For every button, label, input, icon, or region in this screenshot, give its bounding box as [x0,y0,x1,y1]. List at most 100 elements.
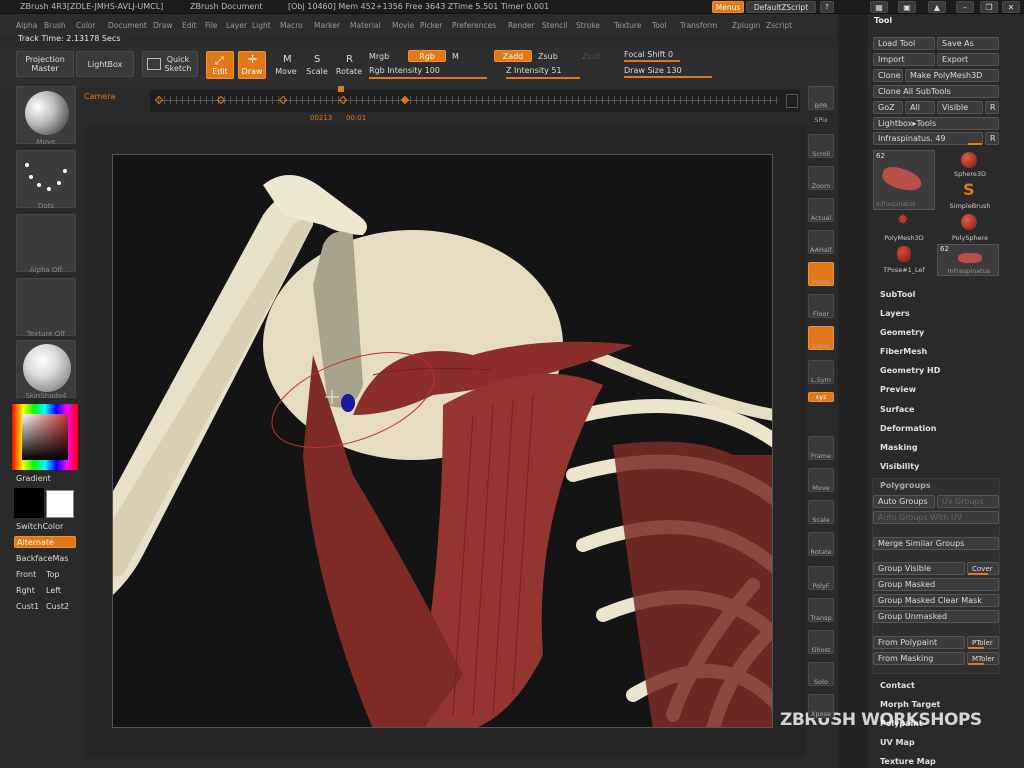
custom2-view-button[interactable]: Cust2 [46,602,69,611]
menu-render[interactable]: Render [508,21,535,30]
make-polymesh-button[interactable]: Make PolyMesh3D [905,69,999,82]
menu-preferences[interactable]: Preferences [452,21,496,30]
restore-icon[interactable]: ❐ [980,1,998,13]
menu-zplugin[interactable]: Zplugin [732,21,760,30]
menu-draw[interactable]: Draw [153,21,173,30]
goz-all-button[interactable]: All [905,101,935,114]
timeline-track[interactable] [150,86,800,112]
masking-section[interactable]: Masking [880,443,918,452]
auto-groups-with-uv-button[interactable]: Auto Groups With UV [873,511,999,524]
quick-sketch-button[interactable]: Quick Sketch [142,51,198,77]
top-view-button[interactable]: Top [46,570,60,579]
focal-shift-slider[interactable]: Focal Shift 0 [624,50,673,59]
subtool-section[interactable]: SubTool [880,290,915,299]
spix-slider[interactable]: SPix [802,116,840,124]
goz-visible-button[interactable]: Visible [937,101,983,114]
palette-icon[interactable]: ▣ [898,1,916,13]
mrgb-toggle[interactable]: Mrgb [369,52,389,61]
rgb-toggle[interactable]: Rgb [408,50,446,62]
menu-file[interactable]: File [205,21,218,30]
visibility-section[interactable]: Visibility [880,462,919,471]
material-selector[interactable] [16,340,76,398]
surface-section[interactable]: Surface [880,405,914,414]
menu-edit[interactable]: Edit [182,21,197,30]
camera-track-label[interactable]: Camera [84,92,115,101]
deformation-section[interactable]: Deformation [880,424,936,433]
minimize-icon[interactable]: – [956,1,974,13]
current-tool-slider[interactable]: Infraspinatus. 49 [873,132,983,145]
polygroups-section[interactable]: Polygroups [880,481,931,490]
tool-thumb-polysphere[interactable]: PolySphere [943,212,997,244]
secondary-color-swatch[interactable] [46,490,74,518]
texture-selector[interactable] [16,278,76,336]
geometry-hd-section[interactable]: Geometry HD [880,366,940,375]
menu-stencil[interactable]: Stencil [542,21,567,30]
group-visible-button[interactable]: Group Visible [873,562,965,575]
menu-material[interactable]: Material [350,21,380,30]
menu-tool[interactable]: Tool [652,21,667,30]
import-button[interactable]: Import [873,53,935,66]
zadd-toggle[interactable]: Zadd [494,50,532,62]
menu-layer[interactable]: Layer [226,21,247,30]
load-tool-button[interactable]: Load Tool [873,37,935,50]
tool-thumb-infraspinatus[interactable]: 62 Infraspinatus [873,150,935,210]
lock-icon[interactable]: ▲ [928,1,946,13]
document-viewport[interactable] [112,154,773,728]
m-toggle[interactable]: M [452,52,459,61]
close-icon[interactable]: ✕ [1002,1,1020,13]
color-picker-square[interactable] [22,414,68,460]
layout-icon[interactable]: ▦ [870,1,888,13]
menu-zscript[interactable]: Zscript [766,21,792,30]
rgb-intensity-slider[interactable]: Rgb Intensity 100 [369,66,440,75]
lightbox-button[interactable]: LightBox [76,51,134,77]
lightbox-tools-button[interactable]: Lightbox▸Tools [873,117,999,130]
projection-master-button[interactable]: Projection Master [16,51,74,77]
preview-section[interactable]: Preview [880,385,916,394]
uv-groups-button[interactable]: Uv Groups [937,495,999,508]
from-polypaint-button[interactable]: From Polypaint [873,636,965,649]
uv-map-section[interactable]: UV Map [880,738,915,747]
radius-bone[interactable] [113,220,313,585]
clone-all-subtools-button[interactable]: Clone All SubTools [873,85,999,98]
zcut-toggle[interactable]: Zcut [582,52,600,61]
goz-r-button[interactable]: R [985,101,999,114]
menu-texture[interactable]: Texture [614,21,641,30]
right-view-button[interactable]: Rght [16,586,35,595]
help-icon[interactable]: ? [820,1,834,13]
front-view-button[interactable]: Front [16,570,36,579]
menu-picker[interactable]: Picker [420,21,442,30]
menu-brush[interactable]: Brush [44,21,66,30]
timeline-playhead[interactable] [338,86,344,92]
morph-target-section[interactable]: Morph Target [880,700,940,709]
menu-alpha[interactable]: Alpha [16,21,37,30]
left-view-button[interactable]: Left [46,586,61,595]
switchcolor-button[interactable]: SwitchColor [16,522,63,531]
menu-transform[interactable]: Transform [680,21,717,30]
primary-color-swatch[interactable] [14,488,44,518]
brush-selector[interactable] [16,84,76,144]
alternate-toggle[interactable]: Alternate [14,536,76,548]
zsub-toggle[interactable]: Zsub [538,52,558,61]
texture-map-section[interactable]: Texture Map [880,757,936,766]
tool-thumb-infraspinatus-2[interactable]: 62 Infraspinatus [937,244,999,276]
stroke-selector[interactable] [16,150,76,208]
timeline-end-handle[interactable] [786,94,798,108]
menu-document[interactable]: Document [108,21,147,30]
z-intensity-slider[interactable]: Z Intensity 51 [506,66,562,75]
tool-thumb-tpose[interactable]: TPose#1_Lef [873,244,935,276]
merge-similar-groups-button[interactable]: Merge Similar Groups [873,537,999,550]
clone-button[interactable]: Clone [873,69,903,82]
export-button[interactable]: Export [937,53,999,66]
rotate-button[interactable]: R Rotate [334,51,364,79]
color-picker[interactable] [12,404,78,470]
current-tool-r-button[interactable]: R [985,132,999,145]
layers-section[interactable]: Layers [880,309,910,318]
gradient-toggle[interactable]: Gradient [16,474,51,483]
draw-button[interactable]: ✛ Draw [238,51,266,79]
group-unmasked-button[interactable]: Group Unmasked [873,610,999,623]
menu-movie[interactable]: Movie [392,21,414,30]
default-zscript-button[interactable]: DefaultZScript [746,1,816,13]
alpha-selector[interactable] [16,214,76,272]
menu-stroke[interactable]: Stroke [576,21,600,30]
group-masked-clear-mask-button[interactable]: Group Masked Clear Mask [873,594,999,607]
